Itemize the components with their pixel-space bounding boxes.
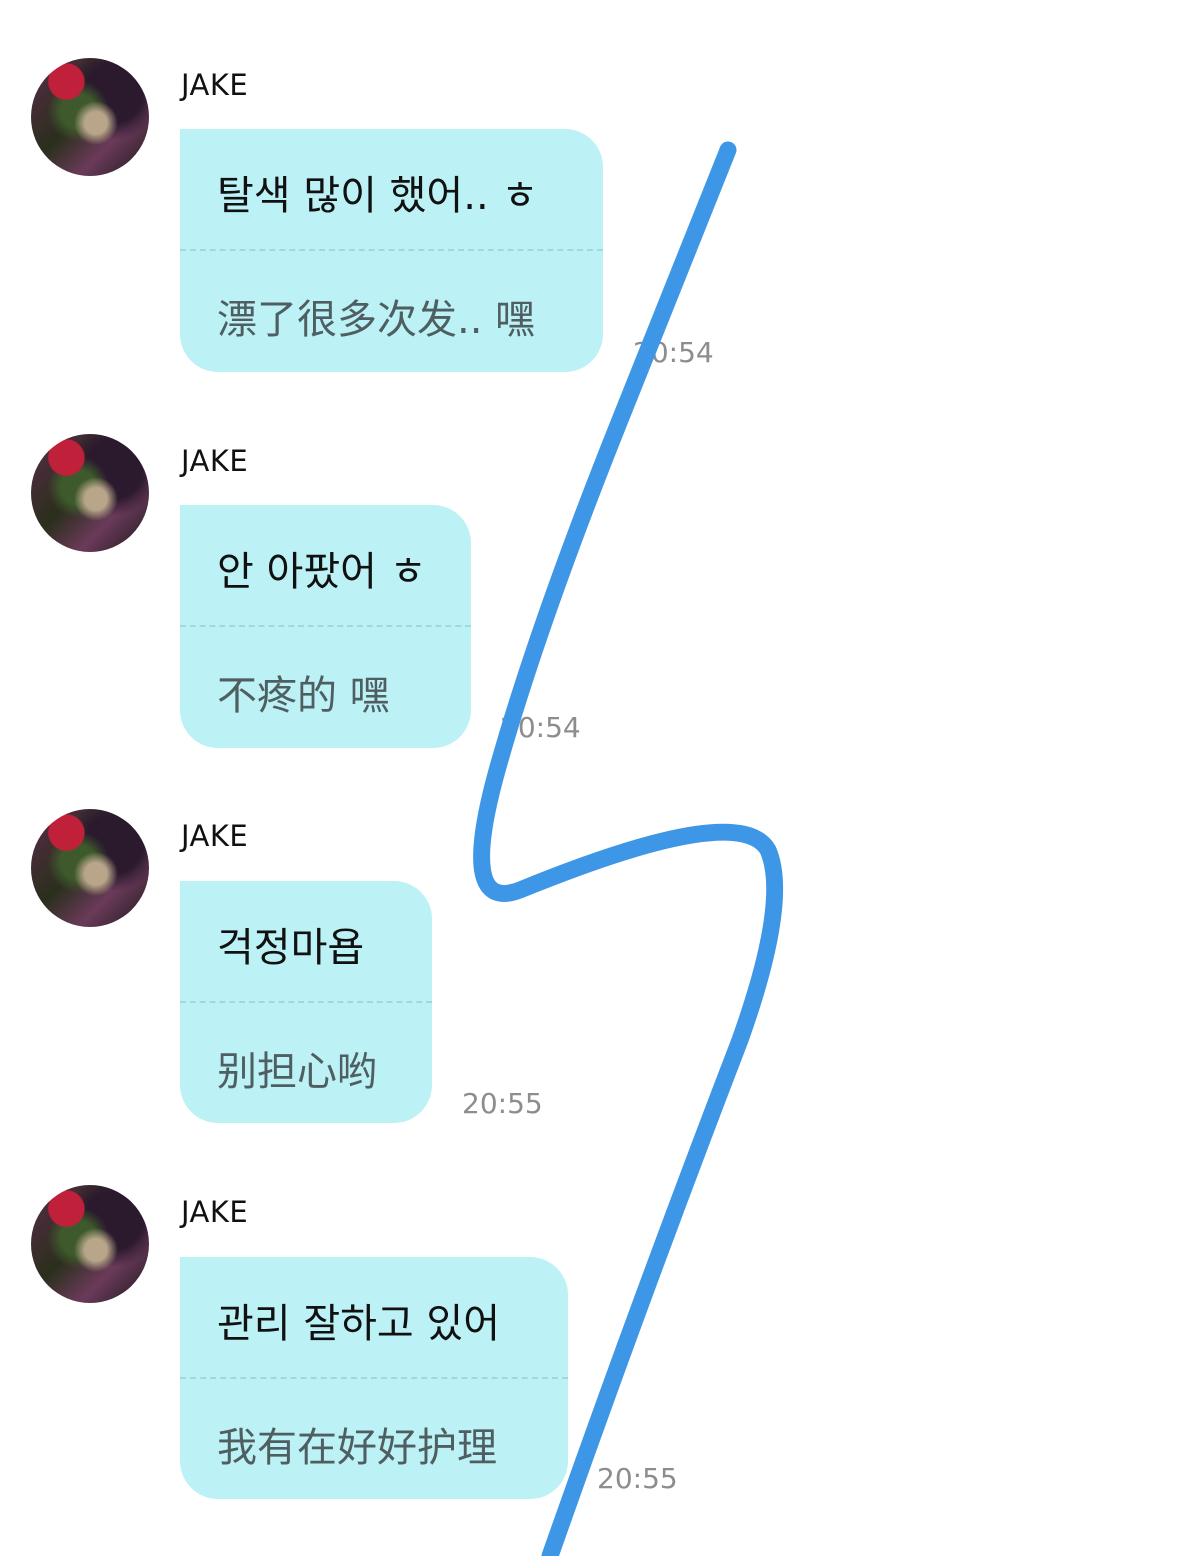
- message-bubble[interactable]: 탈색 많이 했어.. ㅎ 漂了很多次发.. 嘿: [180, 129, 603, 372]
- sender-name: JAKE: [181, 444, 249, 478]
- sender-name: JAKE: [181, 68, 249, 102]
- avatar[interactable]: [31, 1185, 149, 1303]
- message-text-korean: 안 아팠어 ㅎ: [217, 549, 427, 595]
- sender-name: JAKE: [181, 819, 249, 853]
- message-bubble[interactable]: 걱정마욥 别担心哟: [180, 881, 432, 1123]
- avatar[interactable]: [31, 434, 149, 552]
- sender-name: JAKE: [181, 1195, 249, 1229]
- message-text-chinese: 不疼的 嘿: [217, 673, 390, 719]
- avatar[interactable]: [31, 58, 149, 176]
- message-text-chinese: 我有在好好护理: [217, 1425, 497, 1471]
- message-timestamp: 20:55: [597, 1462, 678, 1495]
- avatar[interactable]: [31, 809, 149, 927]
- message-text-korean: 관리 잘하고 있어: [217, 1301, 501, 1347]
- message-timestamp: 20:55: [462, 1087, 543, 1120]
- message-text-korean: 걱정마욥: [217, 925, 365, 971]
- message-timestamp: 20:54: [633, 336, 714, 369]
- message-timestamp: 20:54: [500, 711, 581, 744]
- message-text-korean: 탈색 많이 했어.. ㅎ: [217, 173, 539, 219]
- message-text-chinese: 漂了很多次发.. 嘿: [217, 297, 536, 343]
- message-text-chinese: 别担心哟: [217, 1049, 377, 1095]
- message-bubble[interactable]: 안 아팠어 ㅎ 不疼的 嘿: [180, 505, 471, 748]
- message-bubble[interactable]: 관리 잘하고 있어 我有在好好护理: [180, 1257, 568, 1499]
